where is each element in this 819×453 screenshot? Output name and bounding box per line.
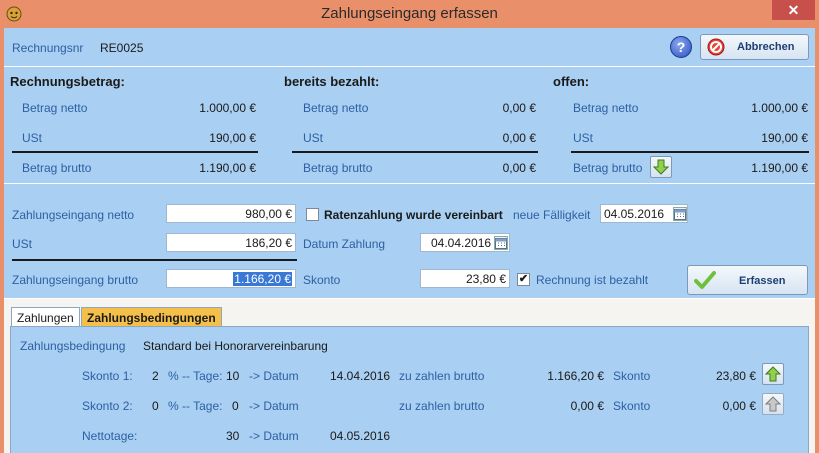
divider	[4, 183, 815, 184]
zahlungseingang-netto-input[interactable]: 980,00 €	[166, 204, 296, 223]
offen-title: offen:	[553, 74, 590, 89]
zahlungsbedingung-label: Zahlungsbedingung	[20, 339, 126, 353]
col2-ust-label: USt	[303, 131, 324, 145]
skonto1-pct-sep: % -- Tage:	[168, 369, 223, 383]
skonto-entry-label: Skonto	[303, 273, 341, 287]
entry-sum-line	[12, 259, 297, 261]
skonto2-zahlen-label: zu zahlen brutto	[399, 399, 485, 413]
col2-ust-value: 0,00 €	[502, 131, 536, 145]
nettotage-date: 04.05.2016	[330, 429, 391, 443]
col3-netto-label: Betrag netto	[573, 101, 639, 115]
nettotage-arrow: -> Datum	[249, 429, 299, 443]
tab-zahlungen[interactable]: Zahlungen	[11, 307, 80, 327]
skonto2-pct: 0	[152, 399, 159, 413]
checkmark-icon	[694, 270, 716, 290]
nettotage-days: 30	[226, 429, 240, 443]
skonto1-zahlen-value: 1.166,20 €	[547, 369, 604, 383]
rechnungsbetrag-title: Rechnungsbetrag:	[10, 74, 125, 89]
ratenzahlung-checkbox[interactable]	[306, 208, 319, 221]
cancel-label: Abbrechen	[737, 41, 795, 53]
erfassen-label: Erfassen	[739, 275, 786, 287]
rechnungsnr-label: Rechnungsnr	[12, 41, 84, 55]
calendar-icon[interactable]	[673, 207, 687, 221]
bezahlt-label: Rechnung ist bezahlt	[536, 273, 649, 287]
col1-ust-value: 190,00 €	[209, 131, 256, 145]
skonto1-arrow: -> Datum	[249, 369, 299, 383]
nettotage-label: Nettotage:	[82, 429, 138, 443]
zahlungseingang-brutto-selection: 1.166,20 €	[233, 272, 292, 286]
ust-entry-label: USt	[12, 237, 33, 251]
rechnungsnr-value: RE0025	[100, 41, 144, 55]
col1-sum-line	[12, 151, 258, 153]
datum-zahlung-label: Datum Zahlung	[303, 237, 386, 251]
col1-netto-label: Betrag netto	[22, 101, 88, 115]
arrow-up-icon[interactable]	[762, 393, 784, 415]
skonto2-days: 0	[232, 399, 239, 413]
cancel-button[interactable]: Abbrechen	[700, 34, 809, 60]
main-panel: Rechnungsnr RE0025 ? Abbrechen Rechnungs…	[4, 28, 815, 453]
col3-ust-label: USt	[573, 131, 594, 145]
col2-netto-label: Betrag netto	[303, 101, 369, 115]
help-icon[interactable]: ?	[670, 36, 692, 58]
skonto1-days: 10	[226, 369, 240, 383]
col1-brutto-label: Betrag brutto	[22, 161, 92, 175]
erfassen-button[interactable]: Erfassen	[687, 265, 808, 295]
skonto2-skonto-value: 0,00 €	[722, 399, 756, 413]
arrow-down-icon[interactable]	[650, 156, 672, 178]
bezahlt-checkbox[interactable]: ✔	[517, 273, 530, 286]
window-title: Zahlungseingang erfassen	[321, 5, 498, 22]
col1-brutto-value: 1.190,00 €	[199, 161, 256, 175]
bereits-bezahlt-title: bereits bezahlt:	[284, 74, 380, 89]
skonto1-zahlen-label: zu zahlen brutto	[399, 369, 485, 383]
cancel-icon	[707, 38, 725, 56]
skonto1-skonto-label: Skonto	[613, 369, 651, 383]
close-button[interactable]: ✕	[772, 0, 815, 20]
ratenzahlung-label: Ratenzahlung wurde vereinbart	[324, 208, 503, 222]
skonto1-skonto-value: 23,80 €	[715, 369, 756, 383]
calendar-icon[interactable]	[494, 236, 508, 250]
col2-brutto-label: Betrag brutto	[303, 161, 373, 175]
skonto-input[interactable]: 23,80 €	[420, 269, 510, 288]
divider	[4, 66, 815, 67]
skonto2-pct-sep: % -- Tage:	[168, 399, 223, 413]
col1-ust-label: USt	[22, 131, 43, 145]
col2-sum-line	[292, 151, 538, 153]
skonto2-zahlen-value: 0,00 €	[570, 399, 604, 413]
zahlungsbedingung-value: Standard bei Honorarvereinbarung	[143, 339, 328, 353]
zahlungseingang-netto-label: Zahlungseingang netto	[12, 208, 135, 222]
col3-netto-value: 1.000,00 €	[751, 101, 808, 115]
skonto2-arrow: -> Datum	[249, 399, 299, 413]
skonto2-skonto-label: Skonto	[613, 399, 651, 413]
col3-brutto-label: Betrag brutto	[573, 161, 643, 175]
zahlungseingang-brutto-label: Zahlungseingang brutto	[12, 273, 139, 287]
skonto1-pct: 2	[152, 369, 159, 383]
col1-netto-value: 1.000,00 €	[199, 101, 256, 115]
col3-sum-line	[571, 151, 809, 153]
col2-brutto-value: 0,00 €	[502, 161, 536, 175]
arrow-up-icon[interactable]	[762, 363, 784, 385]
col2-netto-value: 0,00 €	[502, 101, 536, 115]
tab-zahlungsbedingungen[interactable]: Zahlungsbedingungen	[81, 307, 222, 327]
col3-brutto-value: 1.190,00 €	[751, 161, 808, 175]
col3-ust-value: 190,00 €	[761, 131, 808, 145]
skonto1-date: 14.04.2016	[330, 369, 391, 383]
skonto2-label: Skonto 2:	[82, 399, 133, 413]
skonto1-label: Skonto 1:	[82, 369, 133, 383]
zahlungseingang-brutto-input[interactable]: 1.166,20 €	[166, 269, 296, 288]
ust-input[interactable]: 186,20 €	[166, 233, 296, 252]
faelligkeit-label: neue Fälligkeit	[513, 208, 591, 222]
